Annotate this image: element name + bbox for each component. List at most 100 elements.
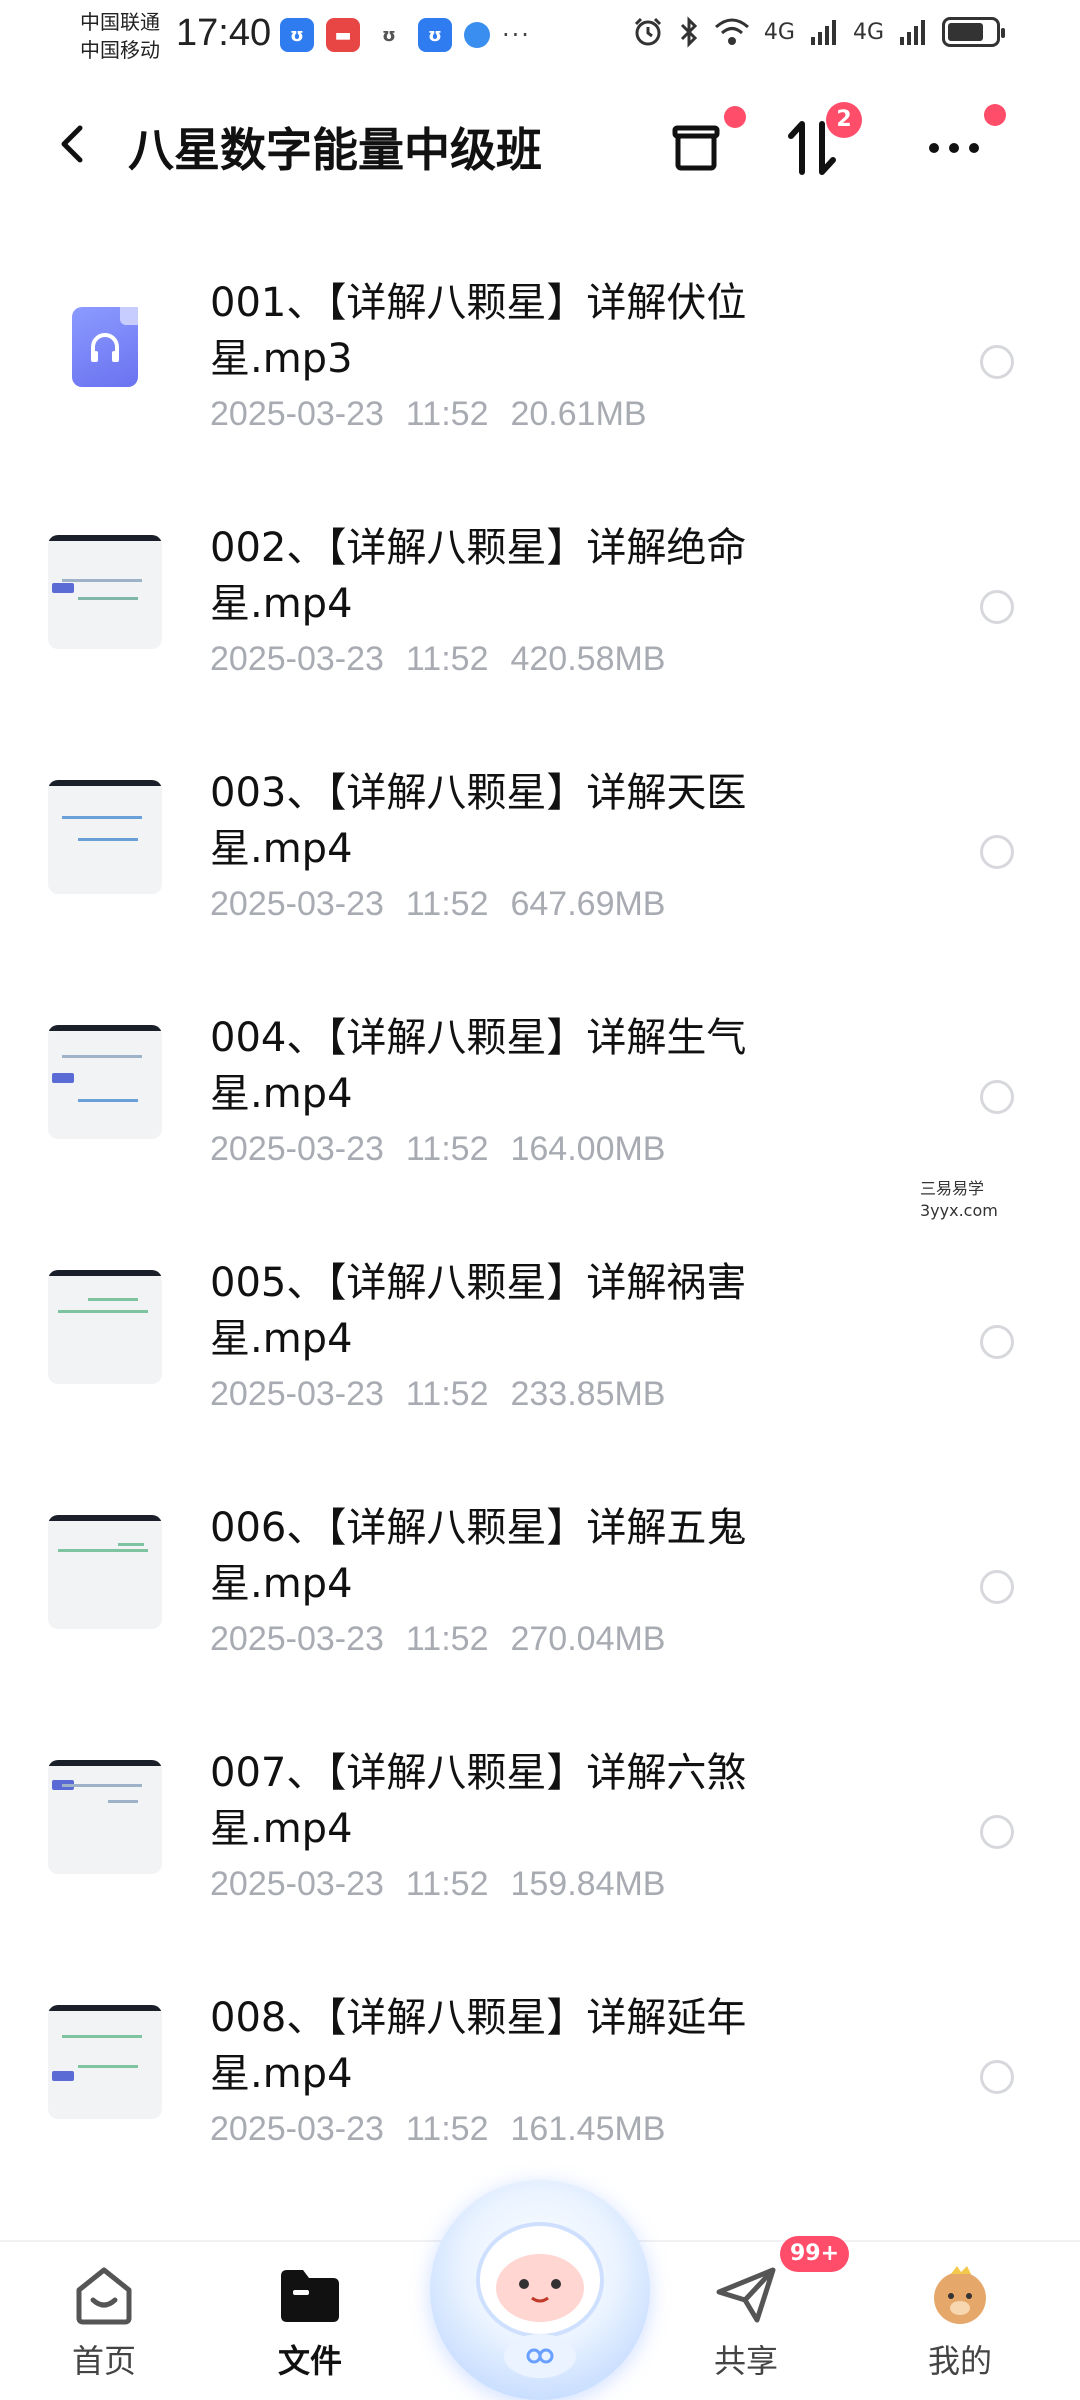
carrier-2: 中国移动 — [80, 38, 160, 62]
select-radio[interactable] — [980, 590, 1014, 624]
battery-icon — [942, 17, 1005, 47]
file-name: 001、【详解八颗星】详解伏位星.mp3 — [210, 280, 747, 382]
list-item[interactable]: 001、【详解八颗星】详解伏位星.mp3 2025-03-23 11:52 20.6… — [0, 245, 1080, 490]
app-notification-icon: ʊ — [382, 24, 396, 46]
top-app-bar: 八星数字能量中级班 2 — [0, 90, 1080, 200]
list-item[interactable]: 007、【详解八颗星】详解六煞星.mp4 2025-03-23 11:52 159.… — [0, 1715, 1080, 1960]
avatar-icon — [934, 2266, 986, 2324]
file-size: 420.58MB — [510, 640, 666, 678]
list-item[interactable]: 003、【详解八颗星】详解天医星.mp4 2025-03-23 11:52 647.… — [0, 735, 1080, 980]
file-time: 11:52 — [405, 2110, 489, 2148]
signal-bars-icon — [900, 20, 925, 45]
file-list: 001、【详解八颗星】详解伏位星.mp3 2025-03-23 11:52 20.6… — [0, 245, 1080, 2205]
carrier-info: 中国联通 中国移动 — [80, 8, 160, 64]
list-item[interactable]: 002、【详解八颗星】详解绝命星.mp4 2025-03-23 11:52 420.… — [0, 490, 1080, 735]
huawei-notification-icon: ▬ — [326, 18, 360, 52]
headphones-icon — [91, 333, 119, 362]
file-date: 2025-03-23 — [210, 1620, 384, 1658]
file-time: 11:52 — [405, 1130, 489, 1168]
select-radio[interactable] — [980, 1815, 1014, 1849]
sort-button[interactable]: 2 — [772, 102, 862, 188]
nav-files[interactable]: 文件 — [250, 2260, 370, 2382]
back-arrow-icon[interactable] — [44, 114, 104, 174]
page-title: 八星数字能量中级班 — [128, 123, 542, 177]
file-name: 007、【详解八颗星】详解六煞星.mp4 — [210, 1750, 747, 1852]
signal-2-label: 4G — [852, 19, 884, 45]
file-time: 11:52 — [405, 1865, 489, 1903]
signal-1-label: 4G — [763, 19, 795, 45]
file-size: 233.85MB — [510, 1375, 666, 1413]
file-name: 003、【详解八颗星】详解天医星.mp4 — [210, 770, 747, 872]
status-bar: 中国联通 中国移动 17:40 ʊ ▬ ʊ ʊ ··· 4G 4G — [0, 0, 1080, 80]
file-date: 2025-03-23 — [210, 395, 384, 433]
file-name: 004、【详解八颗星】详解生气星.mp4 — [210, 1015, 747, 1117]
file-name: 005、【详解八颗星】详解祸害星.mp4 — [210, 1260, 747, 1362]
list-item[interactable]: 004、【详解八颗星】详解生气星.mp4 2025-03-23 11:52 164.… — [0, 980, 1080, 1225]
paper-plane-icon — [716, 2267, 776, 2323]
file-name: 002、【详解八颗星】详解绝命星.mp4 — [210, 525, 747, 627]
file-browser-page: 中国联通 中国移动 17:40 ʊ ▬ ʊ ʊ ··· 4G 4G 八星数字能量… — [0, 0, 1080, 2400]
bluetooth-icon — [680, 16, 698, 48]
video-thumbnail — [48, 1025, 162, 1139]
file-date: 2025-03-23 — [210, 1130, 384, 1168]
file-size: 20.61MB — [510, 395, 647, 433]
nav-mine[interactable]: 我的 — [900, 2260, 1020, 2382]
nav-mine-label: 我的 — [927, 2342, 992, 2380]
share-badge: 99+ — [780, 2236, 850, 2272]
file-size: 270.04MB — [510, 1620, 666, 1658]
assistant-mascot-button[interactable] — [430, 2180, 650, 2400]
sort-badge: 2 — [826, 102, 862, 138]
select-radio[interactable] — [980, 1570, 1014, 1604]
mascot-icon — [476, 2222, 604, 2378]
status-time: 17:40 — [176, 12, 272, 54]
file-meta: 2025-03-23 11:52 159.84MB — [210, 1865, 687, 1904]
file-time: 11:52 — [405, 640, 489, 678]
select-radio[interactable] — [980, 1325, 1014, 1359]
file-date: 2025-03-23 — [210, 1375, 384, 1413]
file-date: 2025-03-23 — [210, 885, 384, 923]
select-radio[interactable] — [980, 345, 1014, 379]
list-item[interactable]: 005、【详解八颗星】详解祸害星.mp4 2025-03-23 11:52 233.… — [0, 1225, 1080, 1470]
file-name: 006、【详解八颗星】详解五鬼星.mp4 — [210, 1505, 747, 1607]
system-icons: 4G 4G — [632, 16, 1005, 48]
watermark: 三易易学 3yyx.com — [920, 1178, 998, 1222]
file-time: 11:52 — [405, 885, 489, 923]
more-notifications-icon: ··· — [502, 21, 531, 49]
nav-files-label: 文件 — [277, 2342, 342, 2380]
more-options-button[interactable] — [914, 104, 1006, 188]
list-item[interactable]: 006、【详解八颗星】详解五鬼星.mp4 2025-03-23 11:52 270.… — [0, 1470, 1080, 1715]
select-radio[interactable] — [980, 835, 1014, 869]
home-icon — [76, 2267, 132, 2325]
audio-file-icon — [48, 290, 162, 404]
file-meta: 2025-03-23 11:52 20.61MB — [210, 395, 669, 434]
file-meta: 2025-03-23 11:52 420.58MB — [210, 640, 687, 679]
file-size: 164.00MB — [510, 1130, 666, 1168]
more-notification-dot — [984, 104, 1006, 126]
list-item[interactable]: 008、【详解八颗星】详解延年星.mp4 2025-03-23 11:52 161.… — [0, 1960, 1080, 2205]
file-date: 2025-03-23 — [210, 2110, 384, 2148]
video-thumbnail — [48, 1760, 162, 1874]
archive-button[interactable] — [656, 106, 746, 188]
archive-icon — [672, 125, 720, 171]
file-date: 2025-03-23 — [210, 1865, 384, 1903]
file-time: 11:52 — [405, 1620, 489, 1658]
more-icon — [929, 143, 979, 153]
folder-icon — [281, 2270, 339, 2322]
video-thumbnail — [48, 1515, 162, 1629]
select-radio[interactable] — [980, 2060, 1014, 2094]
video-thumbnail — [48, 2005, 162, 2119]
file-time: 11:52 — [405, 395, 489, 433]
file-size: 161.45MB — [510, 2110, 666, 2148]
signal-bars-icon — [810, 20, 836, 45]
nav-share-label: 共享 — [713, 2342, 778, 2380]
watermark-line-2: 3yyx.com — [920, 1201, 998, 1220]
file-meta: 2025-03-23 11:52 647.69MB — [210, 885, 687, 924]
select-radio[interactable] — [980, 1080, 1014, 1114]
nav-share[interactable]: 共享 — [686, 2260, 806, 2382]
file-size: 647.69MB — [510, 885, 666, 923]
nav-home[interactable]: 首页 — [44, 2260, 164, 2382]
wifi-icon — [714, 18, 749, 45]
alarm-icon — [634, 17, 661, 46]
video-thumbnail — [48, 1270, 162, 1384]
video-thumbnail — [48, 780, 162, 894]
